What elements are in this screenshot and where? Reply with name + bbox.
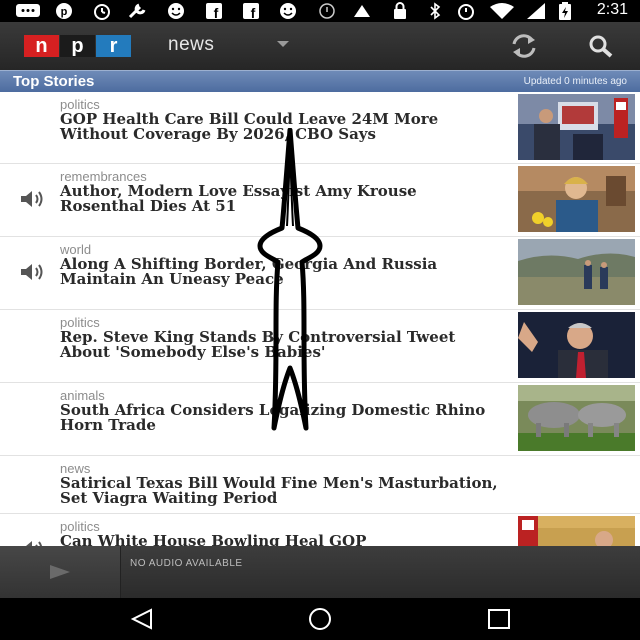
pinterest-icon: p <box>54 2 74 20</box>
audio-player: NO AUDIO AVAILABLE <box>0 546 640 598</box>
section-dropdown-label[interactable]: news <box>168 34 214 56</box>
alarm-icon <box>91 2 113 20</box>
press-conference-photo <box>518 94 635 160</box>
recents-icon <box>488 609 510 629</box>
notification-icon <box>350 2 374 20</box>
story-item[interactable]: politics Can White House Bowling Heal GO… <box>0 514 640 546</box>
story-thumbnail[interactable] <box>518 312 635 378</box>
clock-icon <box>316 2 338 20</box>
bluetooth-icon <box>426 2 444 20</box>
home-button[interactable] <box>305 606 335 632</box>
story-item[interactable]: remembrances Author, Modern Love Essayis… <box>0 164 640 237</box>
story-headline[interactable]: Satirical Texas Bill Would Fine Men's Ma… <box>60 476 500 506</box>
status-bar: p f f 2:31 <box>0 0 640 22</box>
wifi-icon <box>488 2 516 20</box>
home-icon <box>309 608 331 630</box>
status-clock: 2:31 <box>596 1 628 18</box>
story-thumbnail[interactable] <box>518 385 635 451</box>
app-bar: n p r news <box>0 22 640 70</box>
rhinos-photo <box>518 385 635 451</box>
section-header: Top Stories Updated 0 minutes ago <box>0 70 640 92</box>
story-item[interactable]: politics GOP Health Care Bill Could Leav… <box>0 92 640 164</box>
svg-text:p: p <box>61 6 68 18</box>
story-headline[interactable]: Along A Shifting Border, Georgia And Rus… <box>60 257 500 287</box>
play-button[interactable] <box>0 546 121 598</box>
refresh-icon <box>512 34 536 58</box>
story-thumbnail[interactable] <box>518 94 635 160</box>
svg-text:f: f <box>214 5 219 20</box>
speaker-icon[interactable] <box>19 190 47 208</box>
tools-icon <box>126 2 150 20</box>
congressman-photo <box>518 312 635 378</box>
facebook-icon: f <box>240 2 262 20</box>
system-nav-bar <box>0 598 640 640</box>
back-button[interactable] <box>127 606 157 632</box>
npr-logo[interactable]: n p r <box>24 35 132 57</box>
back-icon <box>130 608 152 630</box>
search-icon <box>589 35 613 58</box>
story-headline[interactable]: South Africa Considers Legalizing Domest… <box>60 403 500 433</box>
story-headline[interactable]: Rep. Steve King Stands By Controversial … <box>60 330 500 360</box>
story-list[interactable]: politics GOP Health Care Bill Could Leav… <box>0 92 640 546</box>
signal-icon <box>524 2 548 20</box>
refresh-button[interactable] <box>508 32 540 60</box>
facebook-icon: f <box>203 2 225 20</box>
chevron-down-icon[interactable] <box>277 41 289 47</box>
battery-icon <box>556 2 574 20</box>
story-item[interactable]: news Satirical Texas Bill Would Fine Men… <box>0 456 640 514</box>
story-thumbnail[interactable] <box>518 516 635 546</box>
alarm-icon <box>454 2 478 20</box>
section-header-title: Top Stories <box>13 73 95 90</box>
logo-letter-p: p <box>60 35 95 57</box>
story-item[interactable]: animals South Africa Considers Legalizin… <box>0 383 640 456</box>
search-button[interactable] <box>586 32 616 60</box>
smiley-icon <box>164 2 188 20</box>
story-thumbnail[interactable] <box>518 239 635 305</box>
play-icon <box>50 565 70 579</box>
author-portrait-photo <box>518 166 635 232</box>
story-thumbnail[interactable] <box>518 166 635 232</box>
logo-letter-n: n <box>24 35 59 57</box>
lock-icon <box>391 2 409 20</box>
story-headline[interactable]: GOP Health Care Bill Could Leave 24M Mor… <box>60 112 500 142</box>
smiley-icon <box>276 2 300 20</box>
border-landscape-photo <box>518 239 635 305</box>
story-headline[interactable]: Author, Modern Love Essayist Amy Krouse … <box>60 184 500 214</box>
player-status: NO AUDIO AVAILABLE <box>130 558 243 569</box>
recents-button[interactable] <box>484 606 514 632</box>
svg-text:f: f <box>251 5 256 20</box>
logo-letter-r: r <box>96 35 131 57</box>
white-house-photo <box>518 516 635 546</box>
story-item[interactable]: politics Rep. Steve King Stands By Contr… <box>0 310 640 383</box>
speaker-icon[interactable] <box>19 263 47 281</box>
story-item[interactable]: world Along A Shifting Border, Georgia A… <box>0 237 640 310</box>
story-headline[interactable]: Can White House Bowling Heal GOP <box>60 534 500 546</box>
messages-icon <box>14 2 42 20</box>
updated-timestamp: Updated 0 minutes ago <box>523 76 627 87</box>
